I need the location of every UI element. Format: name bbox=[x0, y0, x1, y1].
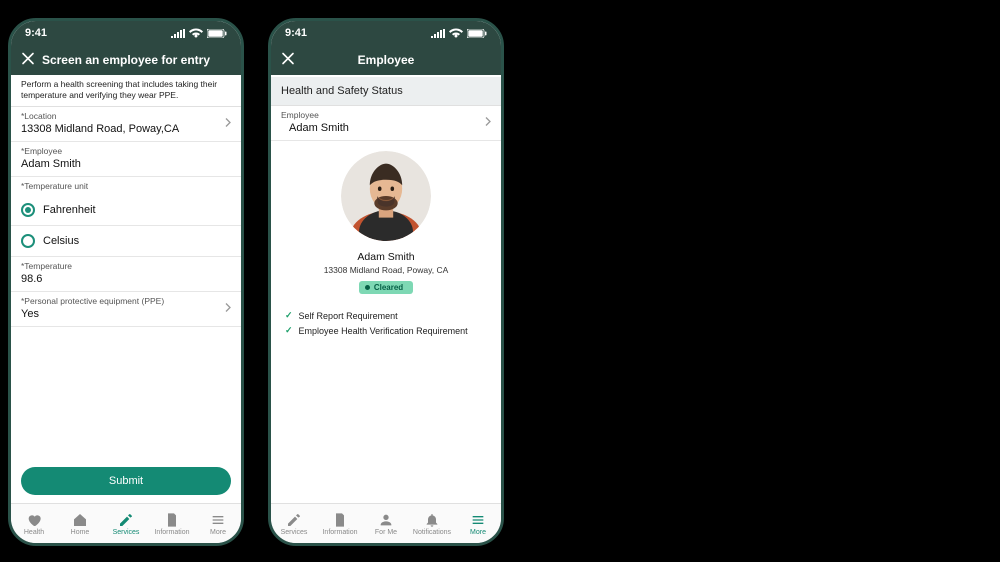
status-time: 9:41 bbox=[25, 27, 47, 39]
heart-icon bbox=[26, 512, 42, 528]
check-icon: ✓ bbox=[285, 325, 293, 336]
unit-field-header: *Temperature unit bbox=[11, 177, 241, 195]
wifi-icon bbox=[189, 28, 203, 38]
menu-icon bbox=[210, 512, 226, 528]
tab-health[interactable]: Health bbox=[11, 512, 57, 536]
wifi-icon bbox=[449, 28, 463, 38]
phone-screen-1: 9:41 Screen an employee for entry Perfor… bbox=[8, 18, 244, 546]
location-field[interactable]: *Location 13308 Midland Road, Poway,CA bbox=[11, 107, 241, 142]
temperature-field[interactable]: *Temperature 98.6 bbox=[11, 257, 241, 292]
signal-icon bbox=[431, 29, 445, 38]
edit-icon bbox=[286, 512, 302, 528]
chevron-right-icon bbox=[225, 303, 231, 316]
submit-button[interactable]: Submit bbox=[21, 467, 231, 495]
section-header: Health and Safety Status bbox=[271, 77, 501, 106]
profile-address: 13308 Midland Road, Poway, CA bbox=[324, 265, 449, 275]
nav-title: Employee bbox=[281, 53, 491, 67]
status-indicators bbox=[171, 28, 227, 38]
status-content: Health and Safety Status Employee Adam S… bbox=[271, 75, 501, 503]
radio-label: Celsius bbox=[43, 235, 79, 247]
employee-label: *Employee bbox=[21, 146, 231, 156]
close-icon[interactable] bbox=[21, 52, 35, 69]
battery-icon bbox=[467, 29, 487, 38]
avatar bbox=[341, 151, 431, 241]
ppe-label: *Personal protective equipment (PPE) bbox=[21, 296, 231, 306]
document-icon bbox=[164, 512, 180, 528]
nav-title: Screen an employee for entry bbox=[21, 53, 231, 67]
radio-icon-checked bbox=[21, 203, 35, 217]
tab-information[interactable]: Information bbox=[149, 512, 195, 536]
nav-bar: Screen an employee for entry bbox=[11, 45, 241, 75]
employee-field[interactable]: Employee Adam Smith bbox=[271, 106, 501, 141]
requirements-list: ✓ Self Report Requirement ✓ Employee Hea… bbox=[271, 304, 501, 342]
tab-bar: Health Home Services Information More bbox=[11, 503, 241, 543]
radio-label: Fahrenheit bbox=[43, 204, 96, 216]
status-bar: 9:41 bbox=[11, 21, 241, 45]
tab-home[interactable]: Home bbox=[57, 512, 103, 536]
instructions-text: Perform a health screening that includes… bbox=[11, 75, 241, 107]
temperature-value: 98.6 bbox=[21, 273, 231, 285]
tab-more[interactable]: More bbox=[455, 512, 501, 536]
tab-services[interactable]: Services bbox=[103, 512, 149, 536]
radio-fahrenheit[interactable]: Fahrenheit bbox=[11, 195, 241, 226]
status-bar: 9:41 bbox=[271, 21, 501, 45]
temperature-label: *Temperature bbox=[21, 261, 231, 271]
location-value: 13308 Midland Road, Poway,CA bbox=[21, 123, 231, 135]
profile-card: Adam Smith 13308 Midland Road, Poway, CA… bbox=[271, 141, 501, 304]
form-content: Perform a health screening that includes… bbox=[11, 75, 241, 503]
chevron-right-icon bbox=[485, 117, 491, 130]
requirement-item: ✓ Self Report Requirement bbox=[285, 308, 487, 323]
check-icon: ✓ bbox=[285, 310, 293, 321]
employee-field[interactable]: *Employee Adam Smith bbox=[11, 142, 241, 177]
tab-notifications[interactable]: Notifications bbox=[409, 512, 455, 536]
tab-services[interactable]: Services bbox=[271, 512, 317, 536]
tab-forme[interactable]: For Me bbox=[363, 512, 409, 536]
ppe-value: Yes bbox=[21, 308, 231, 320]
close-icon[interactable] bbox=[281, 52, 295, 69]
requirement-item: ✓ Employee Health Verification Requireme… bbox=[285, 323, 487, 338]
unit-label: *Temperature unit bbox=[21, 181, 231, 191]
tab-bar: Services Information For Me Notification… bbox=[271, 503, 501, 543]
employee-label: Employee bbox=[281, 110, 491, 120]
status-time: 9:41 bbox=[285, 27, 307, 39]
radio-icon-unchecked bbox=[21, 234, 35, 248]
person-icon bbox=[378, 512, 394, 528]
tab-more[interactable]: More bbox=[195, 512, 241, 536]
chevron-right-icon bbox=[225, 118, 231, 131]
tab-information[interactable]: Information bbox=[317, 512, 363, 536]
phone-screen-2: 9:41 Employee Health and Safety Status E… bbox=[268, 18, 504, 546]
battery-icon bbox=[207, 29, 227, 38]
edit-icon bbox=[118, 512, 134, 528]
location-label: *Location bbox=[21, 111, 231, 121]
employee-value: Adam Smith bbox=[21, 158, 231, 170]
document-icon bbox=[332, 512, 348, 528]
signal-icon bbox=[171, 29, 185, 38]
status-badge: Cleared bbox=[359, 281, 413, 294]
radio-celsius[interactable]: Celsius bbox=[11, 226, 241, 257]
ppe-field[interactable]: *Personal protective equipment (PPE) Yes bbox=[11, 292, 241, 327]
nav-bar: Employee bbox=[271, 45, 501, 75]
status-indicators bbox=[431, 28, 487, 38]
home-icon bbox=[72, 512, 88, 528]
bell-icon bbox=[424, 512, 440, 528]
employee-value: Adam Smith bbox=[281, 122, 491, 134]
menu-icon bbox=[470, 512, 486, 528]
profile-name: Adam Smith bbox=[357, 251, 414, 263]
